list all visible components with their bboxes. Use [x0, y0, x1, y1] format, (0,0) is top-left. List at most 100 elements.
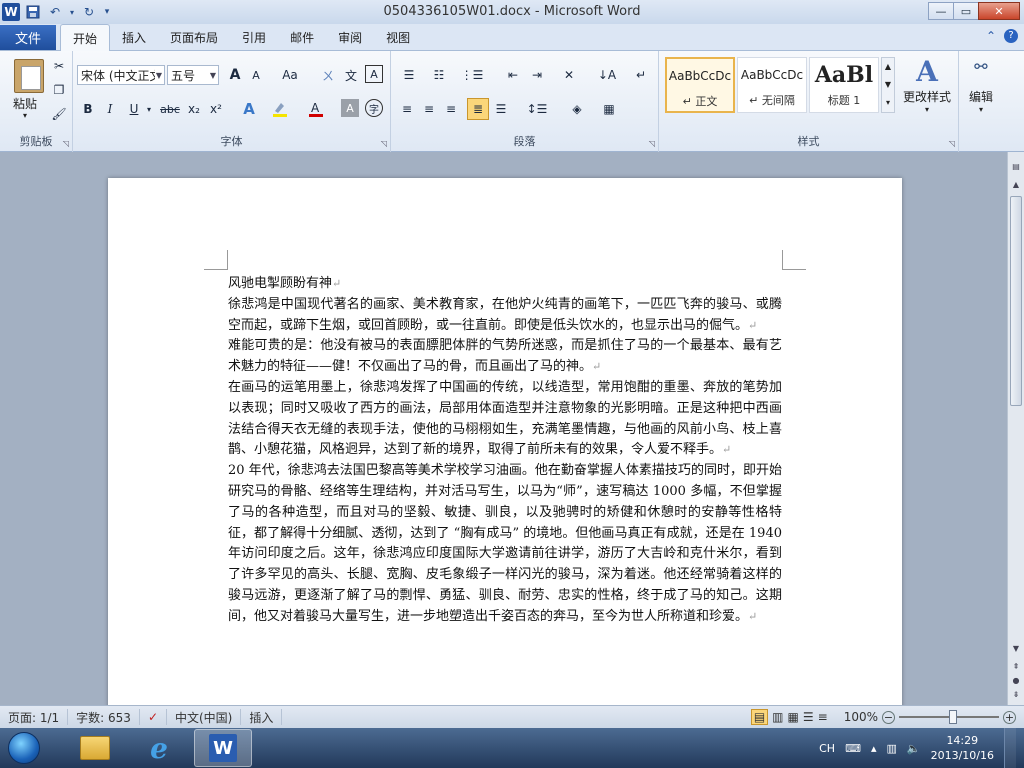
word-app-icon[interactable]: W — [2, 3, 20, 21]
word-count[interactable]: 字数: 653 — [68, 709, 140, 725]
bullets-icon[interactable]: ☰ — [397, 65, 421, 85]
character-shading-icon[interactable]: A — [341, 99, 359, 117]
phonetic-guide-icon[interactable]: 文 — [341, 65, 361, 85]
font-size-combo[interactable]: 五号 ▼ — [167, 65, 219, 85]
borders-icon[interactable]: ▦ — [597, 99, 621, 119]
change-styles-button[interactable]: A 更改样式 ▾ — [899, 55, 955, 125]
view-web-icon[interactable]: ▦ — [788, 710, 799, 724]
show-desktop-button[interactable] — [1004, 728, 1016, 768]
tab-references[interactable]: 引用 — [230, 25, 278, 50]
taskbar-ie[interactable]: e — [130, 729, 188, 767]
undo-icon[interactable]: ↶ — [46, 3, 64, 21]
sort-icon[interactable]: ↓A — [597, 65, 617, 85]
highlight-icon[interactable] — [269, 99, 291, 119]
scroll-thumb[interactable] — [1010, 196, 1022, 406]
doc-paragraph[interactable]: 难能可贵的是：他没有被马的表面膘肥体胖的气势所迷惑，而是抓住了马的一个最基本、最… — [228, 336, 782, 378]
doc-paragraph[interactable]: 在画马的运笔用墨上，徐悲鸿发挥了中国画的传统，以线造型，常用饱酣的重墨、奔放的笔… — [228, 378, 782, 461]
browse-object-icon[interactable]: ● — [1010, 676, 1022, 690]
tab-file[interactable]: 文件 — [0, 25, 56, 50]
numbering-icon[interactable]: ☷ — [427, 65, 451, 85]
change-case-icon[interactable]: Aa — [277, 65, 303, 85]
bold-button[interactable]: B — [79, 99, 97, 119]
redo-icon[interactable]: ↻ — [80, 3, 98, 21]
font-name-combo[interactable]: 宋体 (中文正文 ▼ — [77, 65, 165, 85]
tab-home[interactable]: 开始 — [60, 24, 111, 51]
styles-scroll[interactable]: ▲ ▼ ▾ — [881, 57, 895, 113]
font-color-icon[interactable]: A — [305, 99, 327, 119]
zoom-slider[interactable] — [899, 710, 999, 724]
keyboard-icon[interactable]: ⌨ — [845, 742, 861, 755]
minimize-ribbon-icon[interactable]: ⌃ — [986, 29, 996, 43]
style-normal[interactable]: AaBbCcDc ↵ 正文 — [665, 57, 735, 113]
previous-page-icon[interactable]: ⇞ — [1010, 662, 1022, 676]
subscript-button[interactable]: x₂ — [185, 99, 203, 119]
vertical-scrollbar[interactable]: ▤ ▲ ▼ ⇞ ● ⇟ — [1007, 152, 1024, 705]
network-icon[interactable]: ▥ — [886, 742, 896, 755]
doc-paragraph[interactable]: 徐悲鸿是中国现代著名的画家、美术教育家，在他炉火纯青的画笔下，一匹匹飞奔的骏马、… — [228, 295, 782, 337]
doc-paragraph[interactable]: 20 年代，徐悲鸿去法国巴黎高等美术学校学习油画。他在勤奋掌握人体素描技巧的同时… — [228, 461, 782, 627]
proofing-icon[interactable]: ✓ — [140, 709, 167, 725]
save-icon[interactable] — [24, 3, 42, 21]
undo-dropdown-icon[interactable]: ▾ — [68, 3, 76, 21]
format-painter-icon[interactable]: 🖌 — [50, 105, 68, 123]
text-effects-icon[interactable]: A — [239, 99, 259, 119]
language-indicator[interactable]: 中文(中国) — [167, 709, 242, 725]
align-center-icon[interactable]: ≡ — [419, 99, 439, 119]
paste-dropdown-icon[interactable]: ▾ — [4, 111, 46, 120]
taskbar-explorer[interactable] — [66, 729, 124, 767]
font-name-dropdown-icon[interactable]: ▼ — [156, 71, 162, 80]
editing-button[interactable]: ⚯ 编辑 ▾ — [961, 57, 1001, 125]
character-border-icon[interactable]: A — [365, 65, 383, 83]
show-marks-icon[interactable]: ↵ — [631, 65, 651, 85]
next-page-icon[interactable]: ⇟ — [1010, 690, 1022, 704]
align-left-icon[interactable]: ≡ — [397, 99, 417, 119]
page-count[interactable]: 页面: 1/1 — [0, 709, 69, 725]
tray-expand-icon[interactable]: ▴ — [871, 742, 877, 755]
view-outline-icon[interactable]: ☰ — [803, 710, 814, 724]
clipboard-launcher-icon[interactable]: ◹ — [63, 139, 69, 148]
line-spacing-icon[interactable]: ↕☰ — [525, 99, 549, 119]
underline-button[interactable]: U — [125, 99, 143, 119]
distributed-icon[interactable]: ☰ — [491, 99, 511, 119]
tab-insert[interactable]: 插入 — [110, 25, 158, 50]
enclose-characters-icon[interactable]: 字 — [365, 99, 383, 117]
zoom-in-icon[interactable]: + — [1003, 710, 1016, 724]
start-button[interactable] — [2, 730, 46, 766]
zoom-out-icon[interactable]: − — [882, 710, 895, 724]
zoom-slider-knob[interactable] — [949, 710, 957, 724]
view-reading-icon[interactable]: ▥ — [772, 710, 783, 724]
superscript-button[interactable]: x² — [207, 99, 225, 119]
copy-icon[interactable]: ❐ — [50, 81, 68, 99]
scroll-down-icon[interactable]: ▼ — [1010, 644, 1022, 658]
document-page[interactable]: 风驰电掣顾盼有神↵ 徐悲鸿是中国现代著名的画家、美术教育家，在他炉火纯青的画笔下… — [108, 178, 902, 705]
ruler-toggle-icon[interactable]: ▤ — [1010, 162, 1022, 176]
decrease-indent-icon[interactable]: ⇤ — [503, 65, 523, 85]
doc-paragraph[interactable]: 风驰电掣顾盼有神↵ — [228, 274, 782, 295]
document-body[interactable]: 风驰电掣顾盼有神↵ 徐悲鸿是中国现代著名的画家、美术教育家，在他炉火纯青的画笔下… — [228, 274, 782, 628]
insert-mode[interactable]: 插入 — [241, 709, 283, 725]
paste-button[interactable]: 粘贴 ▾ — [4, 53, 46, 125]
volume-icon[interactable]: 🔈 — [907, 742, 921, 755]
multilevel-list-icon[interactable]: ⋮☰ — [459, 65, 485, 85]
tab-page-layout[interactable]: 页面布局 — [158, 25, 230, 50]
close-button[interactable]: ✕ — [978, 2, 1020, 20]
ime-indicator[interactable]: CH — [819, 742, 835, 755]
cut-icon[interactable]: ✂ — [50, 57, 68, 75]
tab-review[interactable]: 审阅 — [326, 25, 374, 50]
shrink-font-icon[interactable]: A — [247, 65, 265, 85]
chinese-layout-icon[interactable]: ✕ — [557, 65, 581, 85]
shading-icon[interactable]: ◈ — [565, 99, 589, 119]
font-launcher-icon[interactable]: ◹ — [381, 139, 387, 148]
tab-view[interactable]: 视图 — [374, 25, 422, 50]
help-icon[interactable]: ? — [1004, 29, 1018, 43]
style-heading-1[interactable]: AaBl 标题 1 — [809, 57, 879, 113]
pinyin-icon[interactable]: ㄨ — [318, 65, 338, 85]
grow-font-icon[interactable]: A — [225, 65, 245, 85]
customize-qat-icon[interactable]: ▾ — [102, 3, 112, 21]
maximize-button[interactable]: ▭ — [953, 2, 979, 20]
align-right-icon[interactable]: ≡ — [441, 99, 461, 119]
clock[interactable]: 14:29 2013/10/16 — [931, 733, 994, 763]
view-draft-icon[interactable]: ≡ — [818, 710, 828, 724]
tab-mailings[interactable]: 邮件 — [278, 25, 326, 50]
increase-indent-icon[interactable]: ⇥ — [527, 65, 547, 85]
